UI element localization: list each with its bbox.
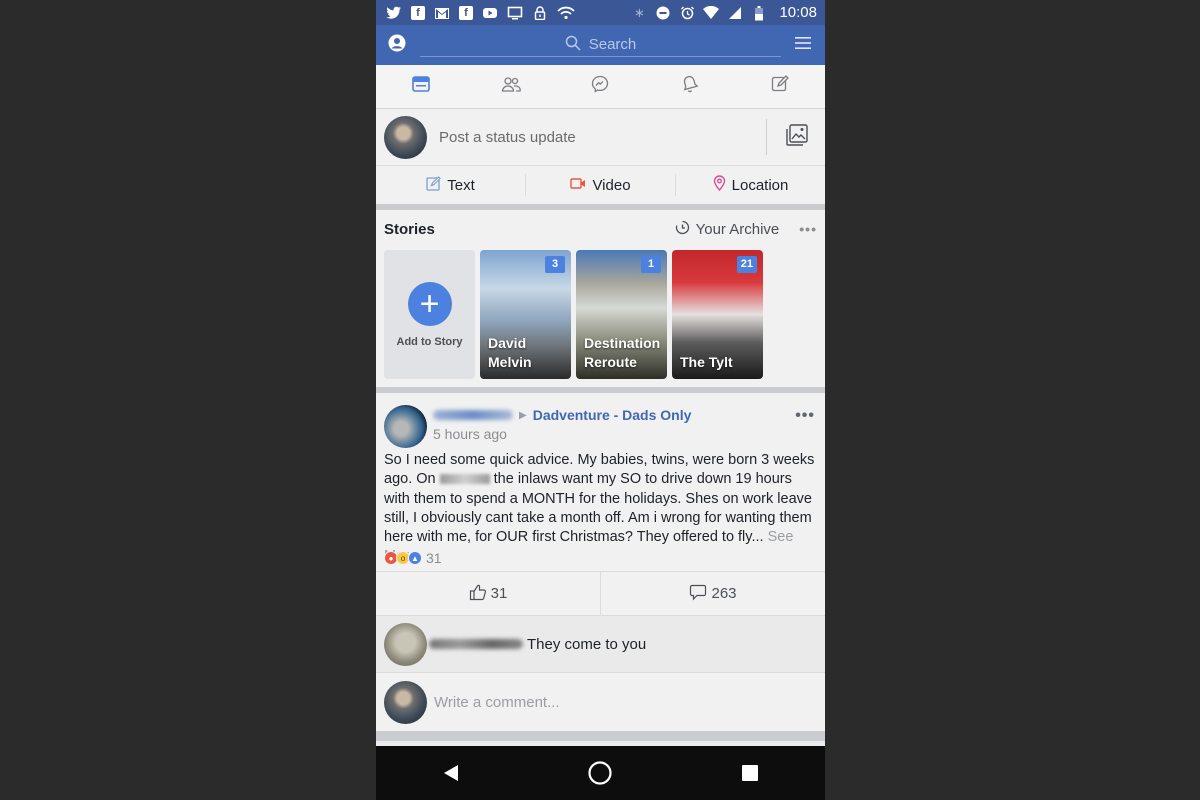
arrow-right-icon: ▶ [519, 409, 527, 421]
archive-clock-icon [675, 220, 690, 239]
battery-icon [751, 5, 767, 20]
comment-count: 263 [711, 585, 737, 602]
tv-icon [507, 6, 523, 20]
comment-bubble-icon [689, 583, 707, 605]
twitter-icon [386, 6, 402, 20]
commenter-name-redacted[interactable] [429, 639, 523, 649]
add-to-story-label: Add to Story [396, 336, 463, 348]
thumbs-up-icon [469, 583, 487, 605]
poster-name-redacted[interactable] [433, 410, 513, 420]
feed-post: ▶ Dadventure - Dads Only 5 hours ago •••… [376, 393, 825, 731]
tab-friends[interactable] [466, 65, 556, 108]
stories-section: Stories Your Archive ••• + Add to Story … [376, 210, 825, 387]
story-name: David Melvin [488, 335, 532, 370]
write-comment-input[interactable]: Write a comment... [434, 694, 560, 711]
story-card[interactable]: 21 The Tylt [672, 250, 763, 379]
phone-screen: f f ∗ 10:08 Search Post a status update … [376, 0, 825, 800]
do-not-disturb-icon [655, 6, 671, 20]
wifi-icon [557, 6, 575, 20]
poster-avatar[interactable] [384, 405, 427, 448]
bell-icon [682, 75, 699, 98]
facebook-icon: f [411, 5, 425, 20]
story-count-badge: 1 [641, 256, 661, 273]
video-label: Video [592, 176, 631, 194]
story-card[interactable]: 3 David Melvin [480, 250, 571, 379]
messenger-icon [591, 75, 609, 98]
status-bar: f f ∗ 10:08 [376, 0, 825, 25]
friends-icon [501, 76, 521, 97]
like-button[interactable]: 31 [376, 572, 601, 615]
tab-news-feed[interactable] [376, 65, 466, 108]
clock: 10:08 [779, 4, 817, 21]
hamburger-menu-icon[interactable] [795, 36, 811, 55]
text-post-button[interactable]: Text [376, 174, 526, 196]
alarm-icon [679, 6, 695, 20]
bluetooth-icon: ∗ [634, 4, 645, 20]
archive-label: Your Archive [695, 220, 780, 238]
reaction-count: 31 [426, 550, 442, 566]
story-name: Destination Reroute [584, 335, 661, 370]
plus-icon: + [407, 282, 452, 326]
lock-icon [532, 5, 548, 20]
android-nav-bar [376, 746, 825, 800]
location-pin-icon [713, 175, 726, 195]
text-label: Text [447, 176, 475, 194]
profile-icon[interactable] [388, 34, 406, 57]
section-separator [376, 731, 825, 741]
story-count-badge: 21 [736, 256, 757, 273]
cell-signal-icon [727, 6, 743, 20]
nav-tabs [376, 65, 825, 109]
location-post-button[interactable]: Location [676, 174, 825, 196]
tab-notifications[interactable] [645, 65, 735, 108]
story-name: The Tylt [680, 354, 733, 370]
home-button[interactable] [580, 753, 620, 793]
recents-button[interactable] [730, 753, 770, 793]
location-label: Location [731, 176, 789, 194]
compose-icon [771, 75, 789, 98]
facebook-icon: f [459, 5, 473, 20]
your-archive-button[interactable]: Your Archive [675, 220, 780, 239]
tab-messenger[interactable] [556, 65, 646, 108]
home-circle-icon [588, 761, 613, 785]
story-card[interactable]: 1 Destination Reroute [576, 250, 667, 379]
redacted-text [439, 474, 490, 485]
status-input[interactable]: Post a status update [439, 129, 766, 146]
tab-compose[interactable] [735, 65, 825, 108]
like-reaction-icon: ▲ [408, 551, 422, 565]
video-post-button[interactable]: Video [526, 174, 676, 196]
story-count-badge: 3 [545, 256, 565, 273]
back-triangle-icon [443, 765, 458, 781]
stories-more-icon[interactable]: ••• [799, 221, 817, 237]
top-bar: Search [376, 25, 825, 65]
add-to-story-card[interactable]: + Add to Story [384, 250, 475, 379]
group-link[interactable]: Dadventure - Dads Only [533, 407, 692, 423]
my-avatar[interactable] [384, 115, 427, 159]
recents-square-icon [742, 765, 759, 781]
back-button[interactable] [431, 753, 471, 793]
search-icon [565, 35, 581, 55]
pencil-icon [426, 175, 442, 195]
post-body: So I need some quick advice. My babies, … [376, 451, 825, 564]
my-avatar [384, 680, 427, 724]
photo-gallery-icon[interactable] [785, 123, 809, 152]
post-timestamp[interactable]: 5 hours ago [433, 426, 691, 442]
video-camera-icon [570, 177, 586, 194]
youtube-icon [482, 6, 498, 20]
search-placeholder: Search [588, 36, 637, 53]
comment-text: They come to you [527, 635, 647, 653]
news-feed-icon [412, 76, 430, 97]
post-more-icon[interactable]: ••• [795, 407, 815, 425]
top-comment[interactable]: They come to you [376, 616, 825, 673]
divider [766, 119, 767, 155]
like-count: 31 [490, 585, 508, 602]
wifi-signal-icon [703, 5, 720, 20]
reactions-summary[interactable]: ● o ▲ 31 [376, 547, 825, 569]
gmail-icon [434, 6, 450, 20]
commenter-avatar[interactable] [384, 622, 427, 666]
search-input[interactable]: Search [420, 33, 781, 57]
status-composer: Post a status update Text Video Location [376, 109, 825, 204]
comment-button[interactable]: 263 [601, 572, 825, 615]
stories-title: Stories [384, 220, 435, 238]
